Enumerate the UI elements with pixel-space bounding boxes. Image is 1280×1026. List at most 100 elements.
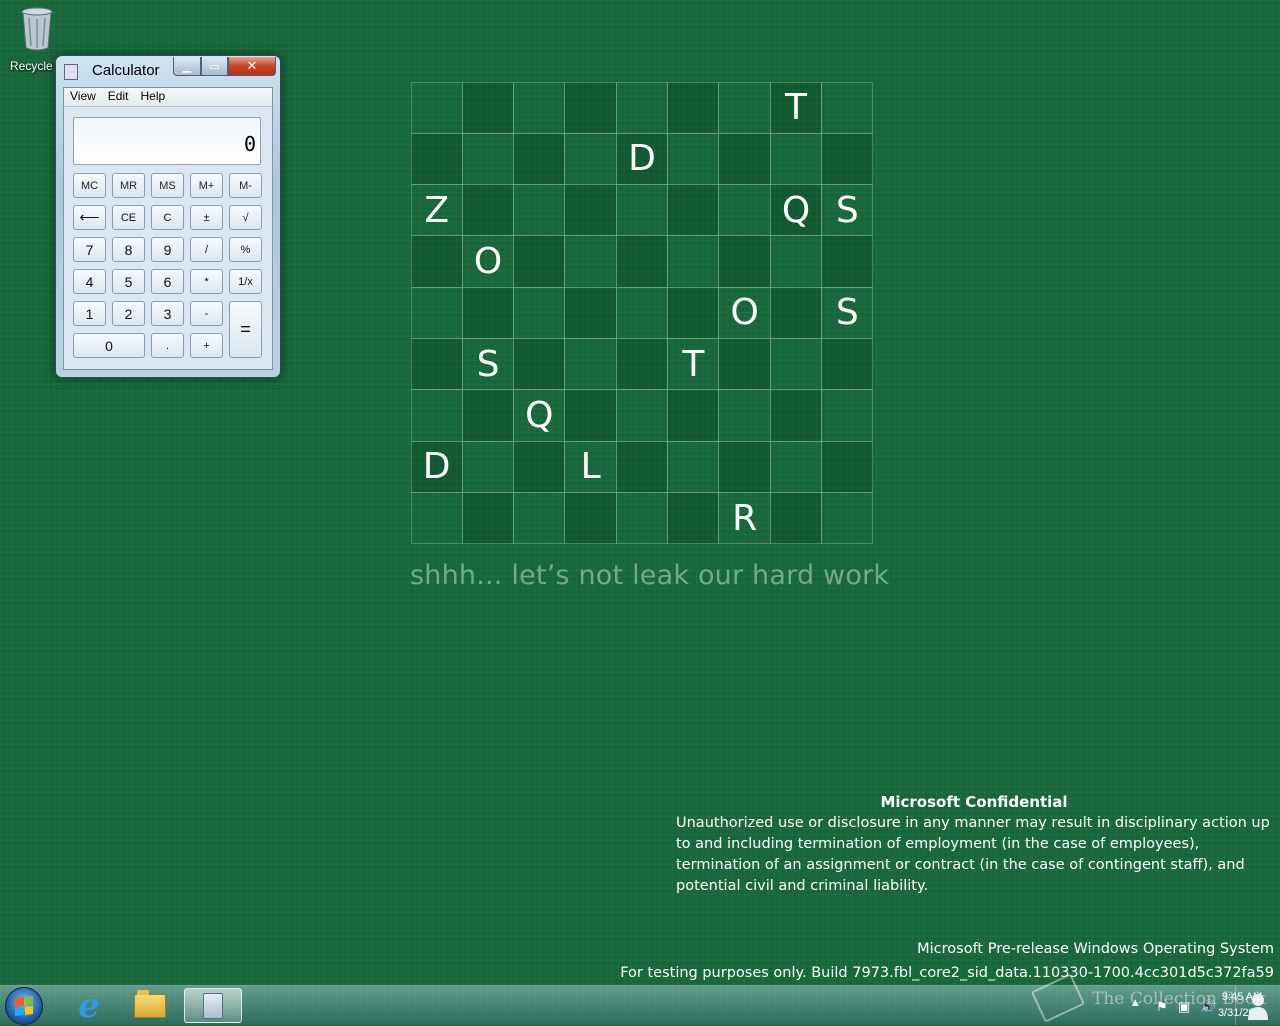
calculator-titlebar[interactable]: Calculator ▁ ▭ ✕ [56,56,280,86]
grid-cell [513,184,566,237]
book-icon [1030,973,1086,1023]
digit-8-button[interactable]: 8 [112,237,145,262]
grid-cell [821,235,874,288]
grid-cell [718,389,771,442]
memory-store-button[interactable]: MS [151,173,184,198]
square-root-button[interactable]: √ [229,205,262,230]
grid-cell [718,440,771,494]
subtract-button[interactable]: - [190,301,223,326]
digit-1-button[interactable]: 1 [73,301,106,326]
maximize-button[interactable]: ▭ [201,57,228,76]
menu-edit[interactable]: Edit [102,88,135,106]
grid-cell [769,440,823,494]
window-title: Calculator [92,62,160,79]
grid-cell: O [461,235,515,288]
grid-cell [513,338,566,391]
taskbar-internet-explorer[interactable]: e [62,985,116,1026]
grid-cell [615,440,669,494]
reciprocal-button[interactable]: 1/x [229,269,262,294]
memory-recall-button[interactable]: MR [112,173,145,198]
menu-help[interactable]: Help [134,88,171,106]
decimal-button[interactable]: . [151,333,184,358]
maximize-icon: ▭ [209,59,220,73]
grid-cell [769,235,823,288]
grid-cell [564,81,617,134]
display-value: 0 [243,132,256,156]
grid-cell [821,492,874,545]
equals-button[interactable]: = [229,301,262,358]
folder-icon [134,989,166,1018]
add-button[interactable]: + [190,333,223,358]
grid-cell [667,492,720,545]
grid-cell [821,440,874,494]
taskbar-windows-explorer[interactable] [123,988,177,1023]
divide-button[interactable]: / [190,237,223,262]
calculator-window[interactable]: Calculator ▁ ▭ ✕ View Edit Help 0 MC MR … [55,55,281,378]
menu-view[interactable]: View [64,88,102,106]
digit-0-button[interactable]: 0 [73,333,145,358]
memory-subtract-button[interactable]: M- [229,173,262,198]
grid-cell [615,492,669,545]
grid-cell [667,81,720,134]
grid-cell [821,389,874,442]
grid-cell: Q [769,184,823,237]
calculator-display: 0 [73,117,261,165]
grid-cell: D [615,132,669,186]
digit-6-button[interactable]: 6 [151,269,184,294]
watermark: The Collection Book [1030,973,1280,1025]
grid-cell: R [718,492,771,545]
grid-cell [410,338,463,391]
grid-cell [564,184,617,237]
digit-9-button[interactable]: 9 [151,237,184,262]
grid-cell [410,132,463,186]
grid-cell [769,492,823,545]
backspace-button[interactable]: ⟵ [73,205,106,230]
grid-tagline: shhh... let’s not leak our hard work [410,560,890,591]
percent-button[interactable]: % [229,237,262,262]
start-button[interactable] [5,987,43,1025]
digit-3-button[interactable]: 3 [151,301,184,326]
grid-cell: S [461,338,515,391]
grid-cell [821,81,874,134]
calculator-app-icon[interactable] [64,64,78,80]
grid-cell [667,286,720,340]
clear-button[interactable]: C [151,205,184,230]
grid-cell [667,184,720,237]
grid-cell [410,81,463,134]
grid-cell [718,184,771,237]
clear-entry-button[interactable]: CE [112,205,145,230]
grid-cell [461,81,515,134]
grid-cell: O [718,286,771,340]
windows-logo-icon [15,996,33,1016]
grid-cell [564,286,617,340]
digit-2-button[interactable]: 2 [112,301,145,326]
minimize-icon: ▁ [182,59,192,73]
grid-cell [615,235,669,288]
digit-5-button[interactable]: 5 [112,269,145,294]
negate-button[interactable]: ± [190,205,223,230]
multiply-button[interactable]: * [190,269,223,294]
memory-clear-button[interactable]: MC [73,173,106,198]
minimize-button[interactable]: ▁ [173,57,201,76]
grid-cell: Q [513,389,566,442]
grid-cell [461,389,515,442]
grid-cell [821,132,874,186]
internet-explorer-icon: e [78,985,100,1026]
grid-cell [769,132,823,186]
grid-cell [615,286,669,340]
calculator-icon [203,992,223,1019]
grid-cell [564,132,617,186]
digit-7-button[interactable]: 7 [73,237,106,262]
grid-cell [513,132,566,186]
memory-add-button[interactable]: M+ [190,173,223,198]
grid-cell [718,132,771,186]
grid-cell [513,286,566,340]
grid-cell [564,338,617,391]
digit-4-button[interactable]: 4 [73,269,106,294]
grid-cell [513,81,566,134]
grid-cell [513,440,566,494]
close-button[interactable]: ✕ [228,57,276,76]
confidential-body: Unauthorized use or disclosure in any ma… [676,815,1270,894]
grid-cell: D [410,440,463,494]
taskbar-calculator[interactable] [184,988,242,1023]
